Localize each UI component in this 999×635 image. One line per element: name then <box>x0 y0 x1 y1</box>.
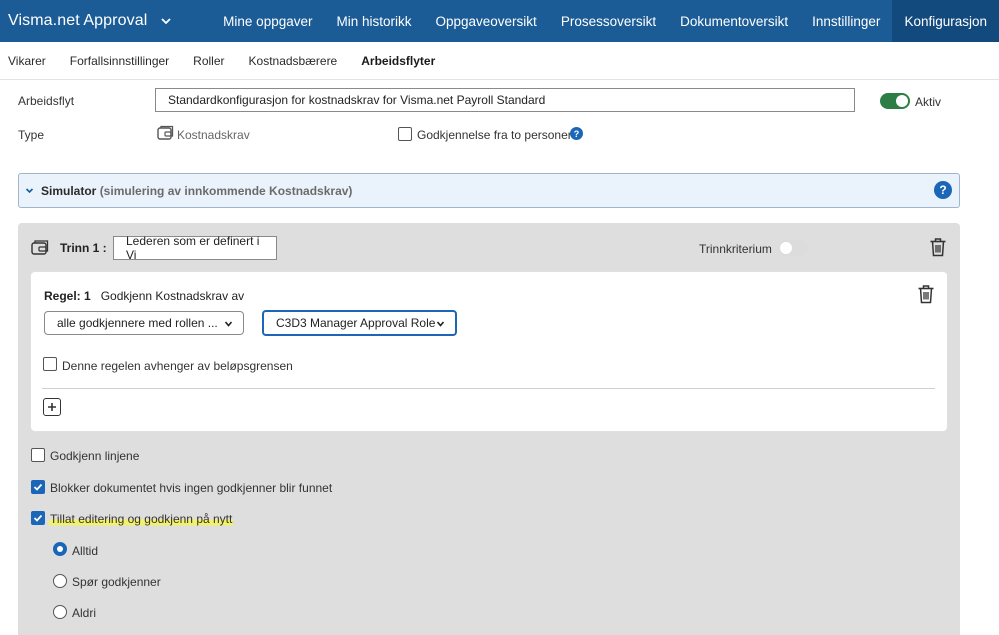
rule-label: Regel: 1 <box>44 289 91 303</box>
simulator-title: Simulator (simulering av innkommende Kos… <box>41 184 352 198</box>
amount-limit-label: Denne regelen avhenger av beløpsgrensen <box>62 359 293 373</box>
workflow-name-input[interactable]: Standardkonfigurasjon for kostnadskrav f… <box>155 88 855 112</box>
step-criteria-toggle[interactable] <box>778 240 808 256</box>
role-select[interactable]: C3D3 Manager Approval Role <box>262 310 457 336</box>
trash-icon[interactable] <box>929 237 947 257</box>
radio-always[interactable] <box>53 542 67 556</box>
block-document-label: Blokker dokumentet hvis ingen godkjenner… <box>50 481 333 495</box>
subnav-vikarer[interactable]: Vikarer <box>8 54 46 68</box>
radio-ask[interactable] <box>53 574 67 588</box>
subnav-kostnadsbaerere[interactable]: Kostnadsbærere <box>249 54 338 68</box>
rule-heading: Regel: 1 Godkjenn Kostnadskrav av <box>44 289 244 303</box>
subnav-forfallsinnstillinger[interactable]: Forfallsinnstillinger <box>70 54 169 68</box>
nav-mine-oppgaver[interactable]: Mine oppgaver <box>211 0 324 42</box>
role-select-value: C3D3 Manager Approval Role <box>276 316 436 330</box>
approve-lines-checkbox[interactable] <box>31 448 45 462</box>
approve-lines-label: Godkjenn linjene <box>50 449 140 463</box>
block-document-checkbox[interactable] <box>31 480 45 494</box>
simulator-title-text: Simulator <box>41 184 97 198</box>
radio-ask-label: Spør godkjenner <box>72 575 161 589</box>
two-person-checkbox[interactable] <box>398 127 412 141</box>
rule-text: Godkjenn Kostnadskrav av <box>100 289 245 303</box>
chevron-down-icon <box>224 321 233 327</box>
app-title: Visma.net Approval <box>8 12 148 29</box>
amount-limit-checkbox[interactable] <box>43 357 57 371</box>
subnav-arbeidsflyter[interactable]: Arbeidsflyter <box>361 54 435 68</box>
type-value: Kostnadskrav <box>177 128 250 142</box>
active-label: Aktiv <box>915 95 942 109</box>
radio-never[interactable] <box>53 605 67 619</box>
active-toggle[interactable] <box>880 93 910 109</box>
workflow-label: Arbeidsflyt <box>18 94 75 108</box>
chevron-down-icon <box>25 188 34 194</box>
nav-min-historikk[interactable]: Min historikk <box>324 0 423 42</box>
nav-prosessoversikt[interactable]: Prosessoversikt <box>549 0 668 42</box>
expense-icon <box>31 240 49 255</box>
simulator-subtitle: (simulering av innkommende Kostnadskrav) <box>99 184 353 198</box>
top-navigation-bar: Visma.net Approval Mine oppgaver Min his… <box>0 0 999 42</box>
main-nav: Mine oppgaver Min historikk Oppgaveovers… <box>211 0 999 42</box>
simulator-help-icon[interactable]: ? <box>934 181 952 199</box>
divider <box>42 388 935 389</box>
allow-edit-checkbox[interactable] <box>31 511 45 525</box>
step-criteria-label: Trinnkriterium <box>699 242 772 256</box>
nav-dokumentoversikt[interactable]: Dokumentoversikt <box>668 0 800 42</box>
type-label: Type <box>18 128 45 142</box>
help-icon[interactable]: ? <box>570 127 583 140</box>
step-name-input[interactable]: Lederen som er definert i Vi <box>113 234 277 262</box>
nav-oppgaveoversikt[interactable]: Oppgaveoversikt <box>424 0 549 42</box>
two-person-label: Godkjennelse fra to personer <box>417 128 572 142</box>
step-label: Trinn 1 : <box>60 241 107 255</box>
check-icon <box>33 514 43 522</box>
app-switcher[interactable]: Visma.net Approval <box>0 0 211 42</box>
chevron-down-icon <box>436 321 445 327</box>
check-icon <box>33 483 43 491</box>
trash-icon[interactable] <box>917 284 935 304</box>
subnav-roller[interactable]: Roller <box>193 54 224 68</box>
nav-innstillinger[interactable]: Innstillinger <box>800 0 892 42</box>
allow-edit-label: Tillat editering og godkjenn på nytt <box>49 512 234 526</box>
add-rule-button[interactable] <box>43 398 61 416</box>
simulator-panel[interactable]: Simulator (simulering av innkommende Kos… <box>18 173 960 208</box>
chevron-down-icon <box>161 18 172 25</box>
sub-navigation: Vikarer Forfallsinnstillinger Roller Kos… <box>0 42 999 80</box>
plus-icon <box>48 403 56 411</box>
radio-always-label: Alltid <box>72 544 99 558</box>
expense-icon <box>157 125 174 140</box>
approver-select-value: alle godkjennere med rollen ... <box>57 316 218 330</box>
nav-konfigurasjon[interactable]: Konfigurasjon <box>892 0 999 42</box>
allow-edit-text: Tillat editering og godkjenn på nytt <box>49 512 234 526</box>
approver-select[interactable]: alle godkjennere med rollen ... <box>44 311 244 335</box>
radio-never-label: Aldri <box>72 606 97 620</box>
